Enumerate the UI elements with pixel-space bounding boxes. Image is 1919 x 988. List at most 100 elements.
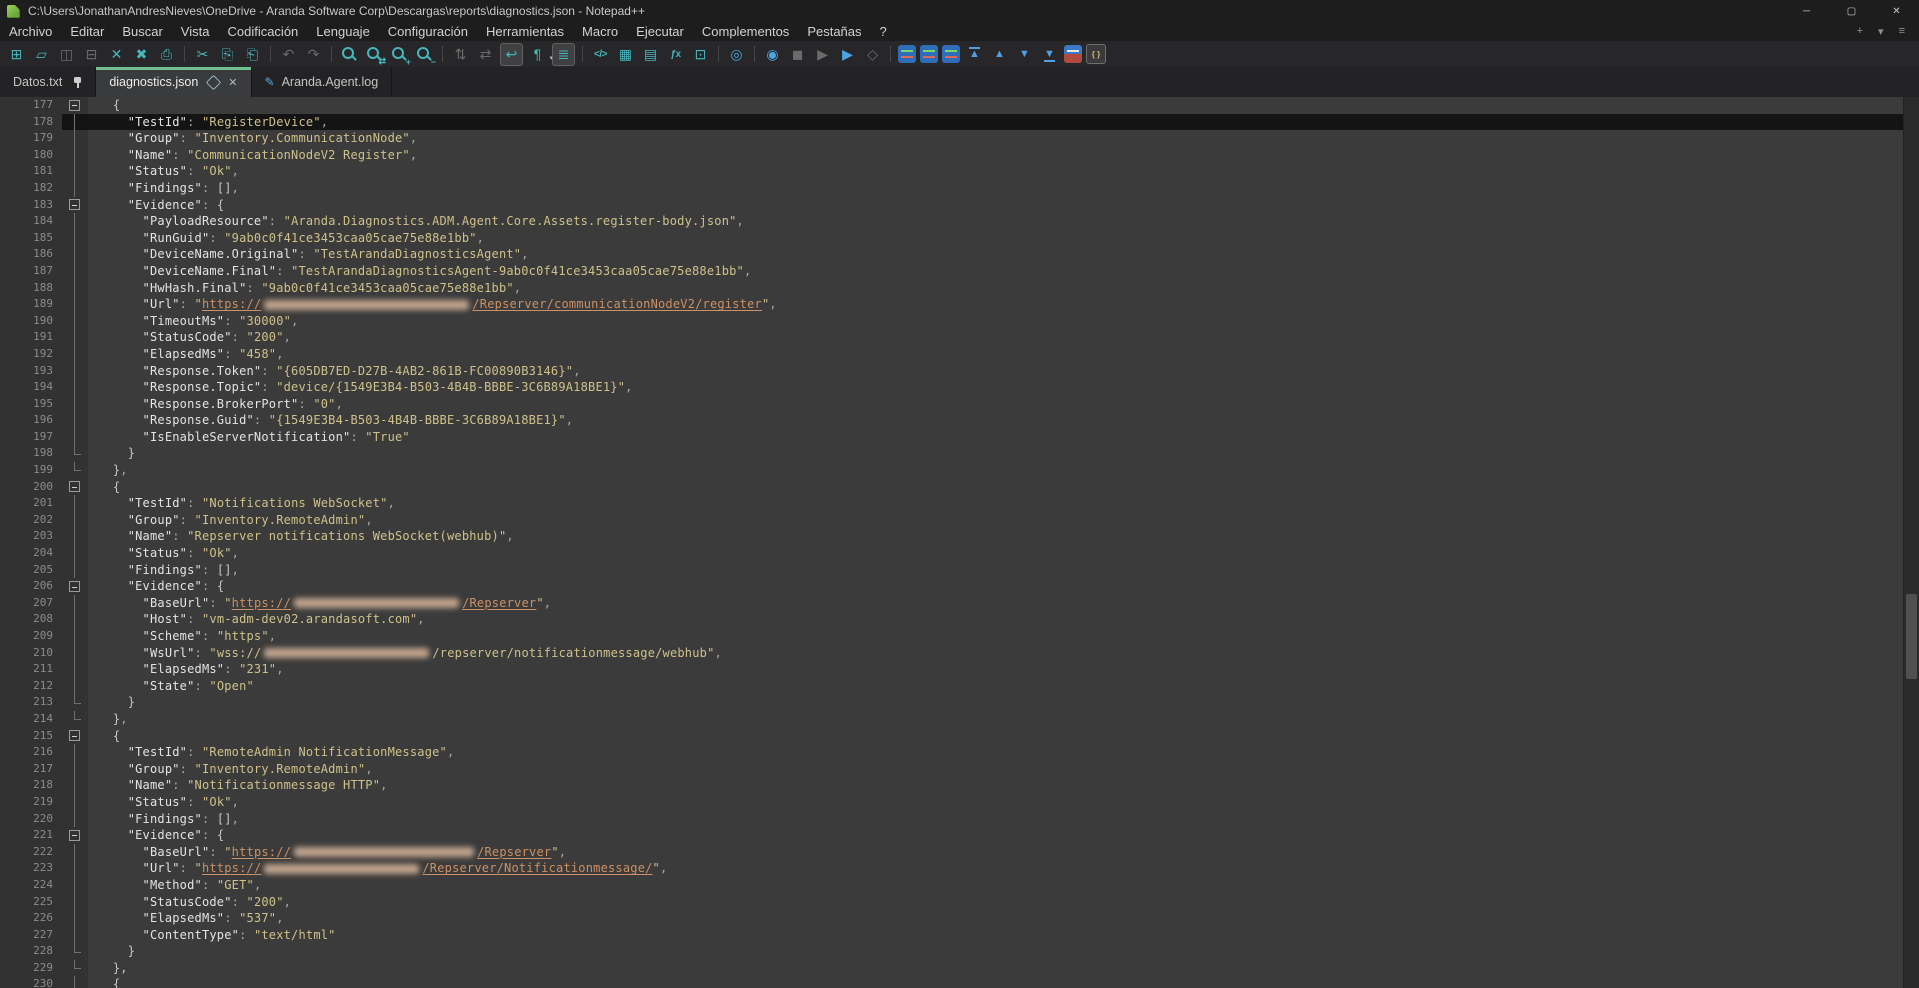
tab-datos-txt[interactable]: Datos.txt: [0, 67, 96, 97]
stop-recording-icon[interactable]: ◼: [787, 44, 808, 65]
record-macro-icon[interactable]: ◉: [762, 44, 783, 65]
print-icon[interactable]: ⎙: [156, 44, 177, 65]
new-tab-icon[interactable]: +: [1857, 25, 1863, 38]
code-line[interactable]: 189 "Url": "https:///Repserver/communica…: [0, 296, 1904, 313]
show-all-characters-icon[interactable]: ¶▾: [527, 44, 548, 65]
tab-diagnostics-json[interactable]: diagnostics.json✕: [96, 67, 251, 97]
nav-first-difference-icon[interactable]: ▲: [964, 44, 985, 65]
define-language-icon[interactable]: </>: [590, 44, 611, 65]
close-tab-icon[interactable]: ✕: [228, 76, 237, 89]
code-line[interactable]: 181 "Status": "Ok",: [0, 163, 1904, 180]
code-line[interactable]: 210 "WsUrl": "wss:///repserver/notificat…: [0, 645, 1904, 662]
code-line[interactable]: 178 "TestId": "RegisterDevice",: [0, 114, 1904, 131]
editor[interactable]: 177 {178 "TestId": "RegisterDevice",179 …: [0, 97, 1904, 988]
close-button[interactable]: ✕: [1874, 0, 1919, 22]
save-macro-icon[interactable]: ◇: [862, 44, 883, 65]
menu-item-buscar[interactable]: Buscar: [113, 24, 171, 39]
menu-item-codificaci-n[interactable]: Codificación: [218, 24, 307, 39]
code-line[interactable]: 216 "TestId": "RemoteAdmin NotificationM…: [0, 744, 1904, 761]
menu-item-ejecutar[interactable]: Ejecutar: [627, 24, 693, 39]
tab-list-icon[interactable]: ▾: [1878, 25, 1884, 38]
code-line[interactable]: 185 "RunGuid": "9ab0c0f41ce3453caa05cae7…: [0, 230, 1904, 247]
sync-vertical-scroll-icon[interactable]: ⇅: [450, 44, 471, 65]
menu-item-archivo[interactable]: Archivo: [0, 24, 61, 39]
code-line[interactable]: 223 "Url": "https:///Repserver/Notificat…: [0, 860, 1904, 877]
find-icon[interactable]: [339, 44, 360, 65]
unpin-icon[interactable]: [206, 74, 222, 90]
code-line[interactable]: 202 "Group": "Inventory.RemoteAdmin",: [0, 512, 1904, 529]
zoom-in-icon[interactable]: +: [389, 44, 410, 65]
code-line[interactable]: 225 "StatusCode": "200",: [0, 894, 1904, 911]
open-file-icon[interactable]: ▱: [31, 44, 52, 65]
scrollbar-thumb[interactable]: [1906, 594, 1917, 679]
pin-icon[interactable]: [72, 76, 82, 89]
menu-item-pesta-as[interactable]: Pestañas: [798, 24, 870, 39]
nav-last-difference-icon[interactable]: ▼: [1039, 44, 1060, 65]
code-line[interactable]: 199 },: [0, 462, 1904, 479]
menu-item-complementos[interactable]: Complementos: [693, 24, 798, 39]
new-file-icon[interactable]: ⊞: [6, 44, 27, 65]
paste-icon[interactable]: ⎗: [242, 44, 263, 65]
fold-toggle-icon[interactable]: [62, 479, 88, 496]
code-line[interactable]: 194 "Response.Topic": "device/{1549E3B4-…: [0, 379, 1904, 396]
code-line[interactable]: 219 "Status": "Ok",: [0, 794, 1904, 811]
code-line[interactable]: 229 },: [0, 960, 1904, 977]
undo-icon[interactable]: ↶: [278, 44, 299, 65]
compare-options-icon[interactable]: [1064, 45, 1082, 63]
code-line[interactable]: 218 "Name": "Notificationmessage HTTP",: [0, 777, 1904, 794]
menu-item-herramientas[interactable]: Herramientas: [477, 24, 573, 39]
code-line[interactable]: 230 {: [0, 976, 1904, 988]
code-line[interactable]: 184 "PayloadResource": "Aranda.Diagnosti…: [0, 213, 1904, 230]
menu-item-lenguaje[interactable]: Lenguaje: [307, 24, 379, 39]
fold-toggle-icon[interactable]: [62, 728, 88, 745]
code-line[interactable]: 213 }: [0, 694, 1904, 711]
menu-item-vista[interactable]: Vista: [172, 24, 219, 39]
code-line[interactable]: 224 "Method": "GET",: [0, 877, 1904, 894]
code-line[interactable]: 226 "ElapsedMs": "537",: [0, 910, 1904, 927]
menu-item-macro[interactable]: Macro: [573, 24, 627, 39]
fold-toggle-icon[interactable]: [62, 197, 88, 214]
function-list-icon[interactable]: ƒx: [665, 44, 686, 65]
indent-guides-icon[interactable]: ≣: [552, 43, 575, 66]
compare-clear-icon[interactable]: [942, 45, 960, 63]
cut-icon[interactable]: ✂: [192, 44, 213, 65]
code-line[interactable]: 191 "StatusCode": "200",: [0, 329, 1904, 346]
fold-toggle-icon[interactable]: [62, 97, 88, 114]
copy-icon[interactable]: ⎘: [217, 44, 238, 65]
code-line[interactable]: 214 },: [0, 711, 1904, 728]
code-line[interactable]: 222 "BaseUrl": "https:///Repserver",: [0, 844, 1904, 861]
code-line[interactable]: 203 "Name": "Repserver notifications Web…: [0, 528, 1904, 545]
code-line[interactable]: 221 "Evidence": {: [0, 827, 1904, 844]
json-viewer-icon[interactable]: [1086, 44, 1106, 64]
replace-icon[interactable]: ⇄: [364, 44, 385, 65]
menu-item-help[interactable]: ?: [871, 24, 896, 39]
code-line[interactable]: 227 "ContentType": "text/html": [0, 927, 1904, 944]
code-line[interactable]: 206 "Evidence": {: [0, 578, 1904, 595]
code-line[interactable]: 192 "ElapsedMs": "458",: [0, 346, 1904, 363]
word-wrap-icon[interactable]: ↩: [500, 43, 523, 66]
code-line[interactable]: 179 "Group": "Inventory.CommunicationNod…: [0, 130, 1904, 147]
code-line[interactable]: 220 "Findings": [],: [0, 811, 1904, 828]
code-line[interactable]: 215 {: [0, 728, 1904, 745]
code-line[interactable]: 212 "State": "Open": [0, 678, 1904, 695]
code-line[interactable]: 188 "HwHash.Final": "9ab0c0f41ce3453caa0…: [0, 280, 1904, 297]
vertical-scrollbar[interactable]: [1903, 97, 1919, 988]
code-line[interactable]: 209 "Scheme": "https",: [0, 628, 1904, 645]
close-document-icon[interactable]: ✕: [106, 44, 127, 65]
code-line[interactable]: 190 "TimeoutMs": "30000",: [0, 313, 1904, 330]
fold-toggle-icon[interactable]: [62, 827, 88, 844]
code-line[interactable]: 182 "Findings": [],: [0, 180, 1904, 197]
document-map-icon[interactable]: ▦: [615, 44, 636, 65]
code-line[interactable]: 207 "BaseUrl": "https:///Repserver",: [0, 595, 1904, 612]
compare-icon[interactable]: [920, 45, 938, 63]
menu-item-configuraci-n[interactable]: Configuración: [379, 24, 477, 39]
code-line[interactable]: 198 }: [0, 445, 1904, 462]
code-line[interactable]: 183 "Evidence": {: [0, 197, 1904, 214]
nav-next-icon[interactable]: ▼: [1014, 44, 1035, 65]
zoom-out-icon[interactable]: −: [414, 44, 435, 65]
code-line[interactable]: 211 "ElapsedMs": "231",: [0, 661, 1904, 678]
tab-aranda-agent-log[interactable]: ✎Aranda.Agent.log: [252, 67, 393, 97]
code-line[interactable]: 201 "TestId": "Notifications WebSocket",: [0, 495, 1904, 512]
code-line[interactable]: 177 {: [0, 97, 1904, 114]
code-line[interactable]: 196 "Response.Guid": "{1549E3B4-B503-4B4…: [0, 412, 1904, 429]
